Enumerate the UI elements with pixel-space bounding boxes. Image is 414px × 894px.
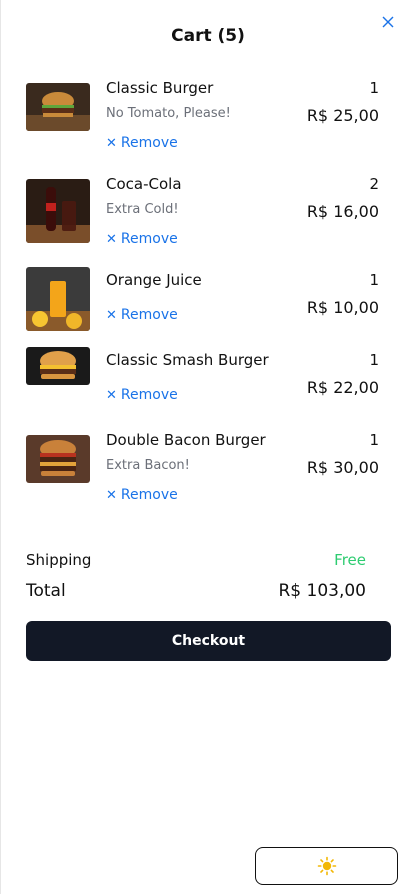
theme-toggle-button[interactable] (255, 847, 398, 885)
remove-label: Remove (120, 231, 178, 247)
remove-icon: ✕ (106, 307, 117, 323)
shipping-label: Shipping (26, 551, 92, 569)
remove-button[interactable]: ✕ Remove (106, 135, 178, 151)
cart-title: Cart (5) (171, 26, 245, 46)
item-name: Double Bacon Burger (106, 431, 266, 449)
remove-button[interactable]: ✕ Remove (106, 487, 178, 503)
item-price: R$ 30,00 (306, 458, 379, 477)
sun-icon (317, 856, 336, 876)
item-price: R$ 25,00 (306, 106, 379, 125)
orange-juice-image (26, 267, 90, 331)
cart-drawer: Cart (5) Classic Burger No Tomato, Pleas… (0, 0, 414, 894)
item-quantity: 1 (369, 271, 379, 289)
item-price: R$ 22,00 (306, 378, 379, 397)
cart-header: Cart (5) (1, 0, 414, 70)
cart-item: Coca-Cola Extra Cold! ✕ Remove 2 R$ 16,0… (1, 174, 414, 266)
remove-label: Remove (120, 135, 178, 151)
item-price: R$ 10,00 (306, 298, 379, 317)
remove-label: Remove (120, 307, 178, 323)
remove-icon: ✕ (106, 135, 117, 151)
classic-burger-image (26, 83, 90, 131)
item-quantity: 1 (369, 351, 379, 369)
item-quantity: 1 (369, 79, 379, 97)
remove-button[interactable]: ✕ Remove (106, 307, 178, 323)
cart-item: Double Bacon Burger Extra Bacon! ✕ Remov… (1, 430, 414, 522)
item-name: Coca-Cola (106, 175, 182, 193)
shipping-value: Free (334, 551, 366, 569)
double-bacon-burger-image (26, 435, 90, 483)
remove-icon: ✕ (106, 387, 117, 403)
coca-cola-image (26, 179, 90, 243)
item-name: Classic Burger (106, 79, 214, 97)
close-icon (382, 16, 394, 28)
remove-icon: ✕ (106, 487, 117, 503)
total-label: Total (26, 581, 66, 601)
remove-icon: ✕ (106, 231, 117, 247)
cart-item: Classic Burger No Tomato, Please! ✕ Remo… (1, 78, 414, 170)
item-name: Classic Smash Burger (106, 351, 269, 369)
item-note: Extra Cold! (106, 202, 179, 217)
total-value: R$ 103,00 (278, 581, 366, 601)
checkout-button[interactable]: Checkout (26, 621, 391, 661)
cart-item: Classic Smash Burger ✕ Remove 1 R$ 22,00 (1, 347, 414, 442)
item-quantity: 1 (369, 431, 379, 449)
remove-label: Remove (120, 487, 178, 503)
remove-label: Remove (120, 387, 178, 403)
remove-button[interactable]: ✕ Remove (106, 231, 178, 247)
item-note: No Tomato, Please! (106, 106, 231, 121)
classic-smash-burger-image (26, 347, 90, 385)
item-note: Extra Bacon! (106, 458, 190, 473)
item-quantity: 2 (369, 175, 379, 193)
item-price: R$ 16,00 (306, 202, 379, 221)
item-name: Orange Juice (106, 271, 202, 289)
close-button[interactable] (381, 14, 401, 34)
remove-button[interactable]: ✕ Remove (106, 387, 178, 403)
